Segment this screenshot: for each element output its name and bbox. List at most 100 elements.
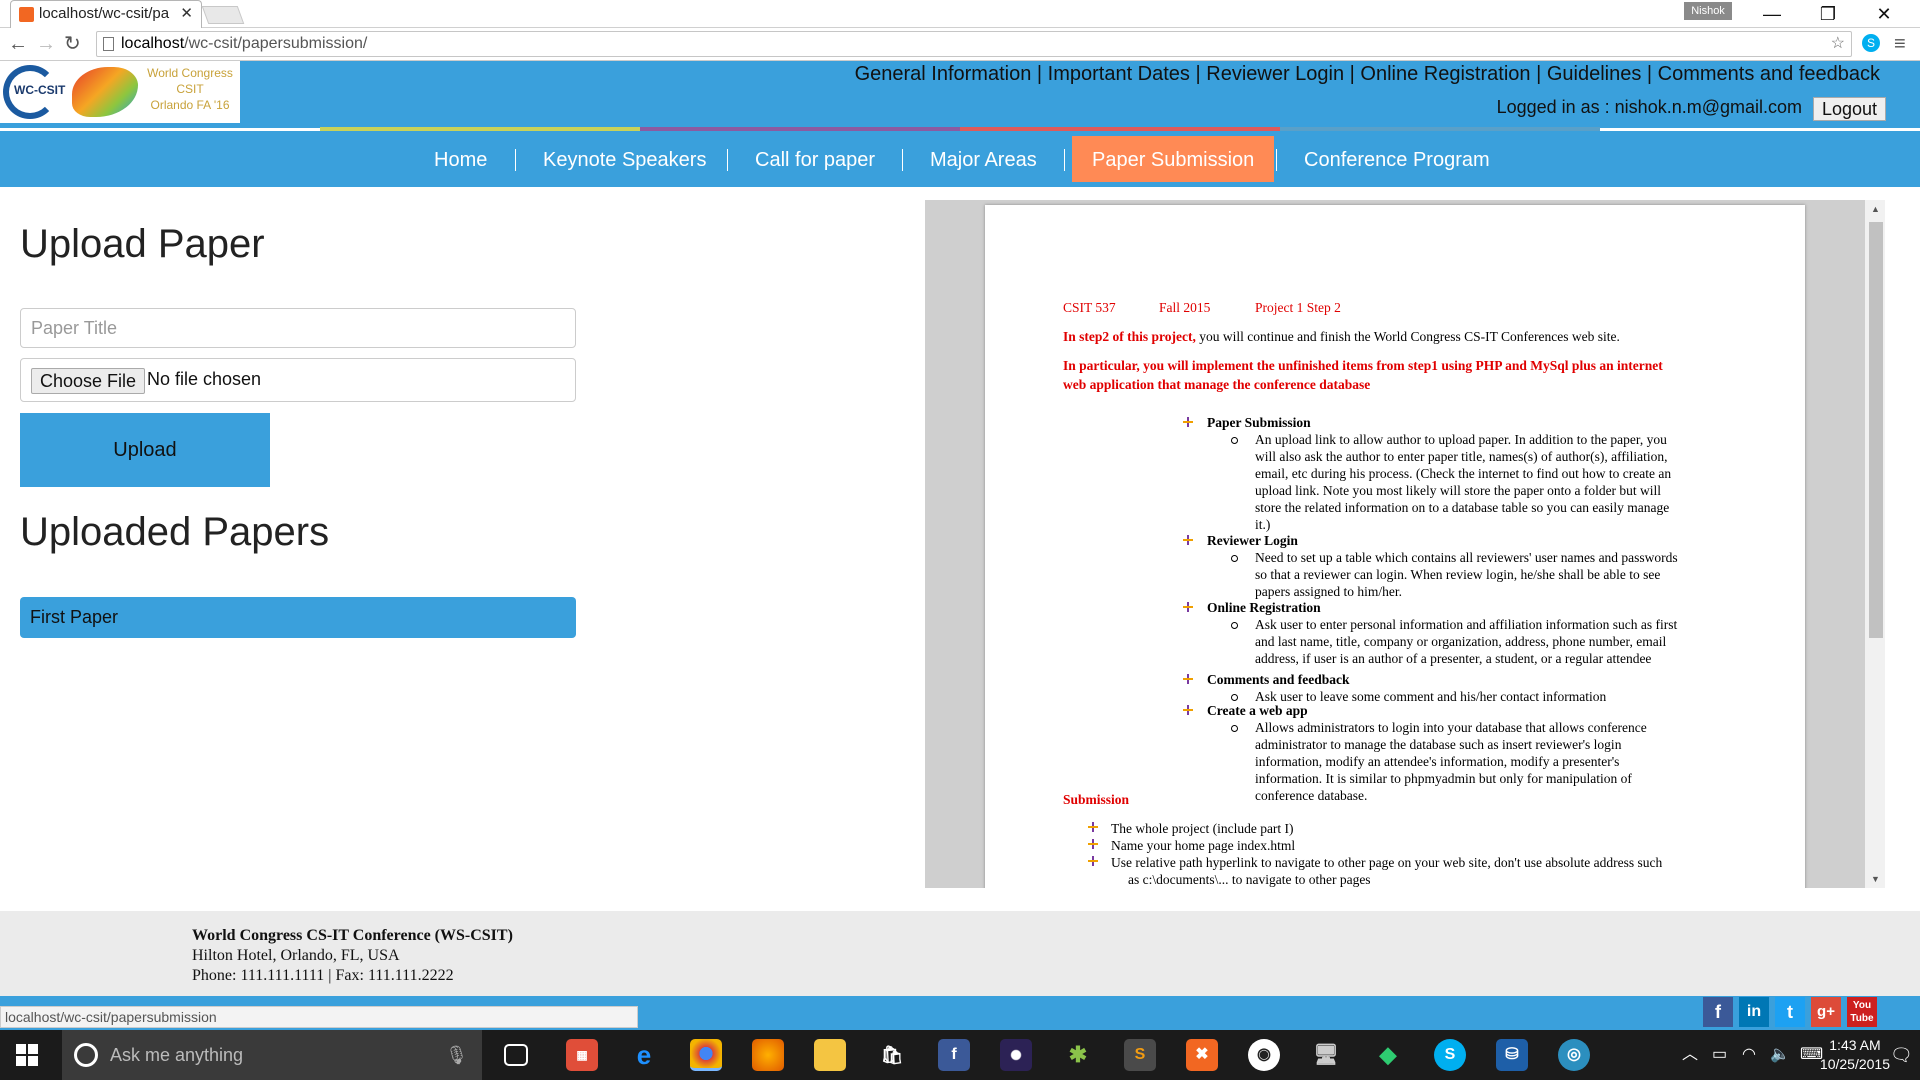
logout-button[interactable]: Logout	[1812, 97, 1886, 121]
pdf-section-line: Ask user to enter personal information a…	[1255, 617, 1678, 632]
forward-icon[interactable]: →	[36, 34, 56, 54]
cortana-icon	[74, 1043, 98, 1067]
logo-line-2: CSIT	[176, 82, 204, 96]
nav-conference-program[interactable]: Conference Program	[1304, 131, 1490, 181]
pdf-particular-2: web application that manage the conferen…	[1063, 377, 1371, 392]
footer-name: World Congress CS-IT Conference (WS-CSIT…	[192, 927, 513, 944]
scroll-thumb[interactable]	[1869, 222, 1883, 638]
scroll-down-icon[interactable]: ▼	[1871, 874, 1880, 884]
facebook-app-icon[interactable]: f	[938, 1039, 970, 1071]
status-bubble: localhost/wc-csit/papersubmission	[0, 1006, 638, 1028]
system-clock[interactable]: 1:43 AM 10/25/2015	[1820, 1036, 1890, 1074]
battery-icon[interactable]: ▭	[1712, 1030, 1727, 1080]
pdf-submission-cont: as c:\documents\... to navigate to other…	[1128, 872, 1371, 887]
logo-line-1: World Congress	[147, 66, 233, 80]
googleplus-icon[interactable]: g+	[1811, 997, 1841, 1027]
facebook-icon[interactable]: f	[1703, 997, 1733, 1027]
android-studio-icon[interactable]: ✱	[1062, 1039, 1094, 1071]
link-comments-feedback[interactable]: Comments and feedback	[1658, 63, 1880, 86]
address-bar[interactable]: localhost/wc-csit/papersubmission/ ☆	[96, 31, 1852, 57]
link-separator: |	[1641, 63, 1658, 85]
link-important-dates[interactable]: Important Dates	[1048, 63, 1190, 86]
youtube-icon[interactable]: You Tube	[1847, 997, 1877, 1027]
site-logo[interactable]: WC-CSIT World Congress CSIT Orlando FA '…	[0, 61, 240, 123]
nav-major-areas[interactable]: Major Areas	[930, 131, 1037, 181]
mysql-workbench-icon[interactable]: ⛁	[1496, 1039, 1528, 1071]
upload-heading: Upload Paper	[20, 222, 265, 266]
bookmark-star-icon[interactable]: ☆	[1831, 32, 1845, 56]
nav-separator	[1276, 149, 1277, 171]
sublime-text-icon[interactable]: S	[1124, 1039, 1156, 1071]
pdf-section-line: Allows administrators to login into your…	[1255, 720, 1647, 735]
app-grid-icon[interactable]: ▦	[566, 1039, 598, 1071]
github-icon[interactable]: ◉	[1248, 1039, 1280, 1071]
pdf-page: CSIT 537 Fall 2015 Project 1 Step 2 In s…	[985, 205, 1805, 888]
pdf-section-line: so that a reviewer can login. When revie…	[1255, 567, 1661, 582]
uploaded-paper-item[interactable]: First Paper	[20, 597, 576, 638]
pdf-section-title: Reviewer Login	[1207, 533, 1298, 548]
xampp-icon[interactable]: ✖	[1186, 1039, 1218, 1071]
nav-keynote-speakers[interactable]: Keynote Speakers	[543, 131, 706, 181]
pdf-section-line: address, if user is an author of a prese…	[1255, 651, 1652, 666]
microphone-icon[interactable]: 🎙	[445, 1030, 468, 1080]
skype-extension-icon[interactable]: S	[1862, 34, 1880, 52]
choose-file-button[interactable]: Choose File	[31, 368, 146, 394]
no-file-text: No file chosen	[147, 369, 262, 389]
scroll-up-icon[interactable]: ▲	[1871, 204, 1880, 214]
linkedin-icon[interactable]: in	[1739, 997, 1769, 1027]
nav-home[interactable]: Home	[434, 131, 487, 181]
link-online-registration[interactable]: Online Registration	[1360, 63, 1530, 86]
pdf-course: CSIT 537	[1063, 300, 1116, 315]
restore-icon[interactable]: ❐	[1800, 0, 1856, 28]
tray-chevron-icon[interactable]: ︿	[1682, 1030, 1698, 1080]
windows-taskbar: Ask me anything 🎙 ▦ e 🛍 f ✱ S ✖ ◉ 🖥 ◆ S …	[0, 1030, 1920, 1080]
wifi-icon[interactable]: ◠	[1742, 1030, 1756, 1080]
pdf-section-line: Ask user to leave some comment and his/h…	[1255, 689, 1607, 704]
pdf-section-line: papers assigned to him/her.	[1255, 584, 1402, 599]
minimize-icon[interactable]: —	[1744, 0, 1800, 28]
store-icon[interactable]: 🛍	[876, 1039, 908, 1071]
notifications-icon[interactable]: 🗨	[1890, 1030, 1913, 1080]
pdf-scrollbar[interactable]: ▲ ▼	[1865, 200, 1885, 888]
close-window-icon[interactable]: ✕	[1856, 0, 1912, 28]
firefox-icon[interactable]	[752, 1039, 784, 1071]
upload-button[interactable]: Upload	[20, 413, 270, 487]
chrome-icon[interactable]	[690, 1039, 722, 1071]
logo-swoosh-icon	[72, 67, 138, 117]
browser-tab[interactable]: localhost/wc-csit/pa ✕	[10, 0, 202, 28]
pdf-section-line: and last name, title, company or organiz…	[1255, 634, 1667, 649]
eclipse-icon[interactable]	[1000, 1039, 1032, 1071]
new-tab-button[interactable]	[201, 6, 245, 24]
volume-icon[interactable]: 🔈	[1770, 1030, 1790, 1080]
pdf-section-title: Comments and feedback	[1207, 672, 1350, 687]
sub-bullet-icon	[1231, 437, 1238, 444]
pdf-section-line: Need to set up a table which contains al…	[1255, 550, 1678, 565]
edge-icon[interactable]: e	[628, 1039, 660, 1071]
pdf-viewer[interactable]: CSIT 537 Fall 2015 Project 1 Step 2 In s…	[925, 200, 1885, 888]
link-guidelines[interactable]: Guidelines	[1547, 63, 1642, 86]
file-explorer-icon[interactable]	[814, 1039, 846, 1071]
pdf-intro-rest: you will continue and finish the World C…	[1195, 329, 1620, 344]
skype-icon[interactable]: S	[1434, 1039, 1466, 1071]
back-icon[interactable]: ←	[8, 34, 28, 54]
green-diamond-app-icon[interactable]: ◆	[1372, 1039, 1404, 1071]
link-reviewer-login[interactable]: Reviewer Login	[1206, 63, 1344, 86]
uploaded-heading: Uploaded Papers	[20, 510, 330, 554]
pdf-submission-item: Use relative path hyperlink to navigate …	[1111, 855, 1663, 870]
cortana-search[interactable]: Ask me anything 🎙	[62, 1030, 482, 1080]
paper-title-input[interactable]: Paper Title	[20, 308, 576, 348]
twitter-icon[interactable]: t	[1775, 997, 1805, 1027]
windows-start-icon[interactable]	[16, 1044, 38, 1066]
link-general-information[interactable]: General Information	[855, 63, 1032, 86]
profile-badge[interactable]: Nishok	[1684, 2, 1732, 20]
network-app-icon[interactable]: ◎	[1558, 1039, 1590, 1071]
task-view-icon[interactable]	[504, 1044, 528, 1066]
devices-icon[interactable]: 🖥	[1310, 1039, 1342, 1071]
reload-icon[interactable]: ↻	[64, 34, 81, 54]
url-host: localhost	[121, 35, 185, 52]
close-tab-icon[interactable]: ✕	[180, 1, 193, 27]
menu-icon[interactable]: ≡	[1894, 34, 1906, 54]
nav-paper-submission[interactable]: Paper Submission	[1072, 136, 1275, 182]
nav-call-for-paper[interactable]: Call for paper	[755, 131, 875, 181]
file-input[interactable]: Choose File No file chosen	[20, 358, 576, 402]
